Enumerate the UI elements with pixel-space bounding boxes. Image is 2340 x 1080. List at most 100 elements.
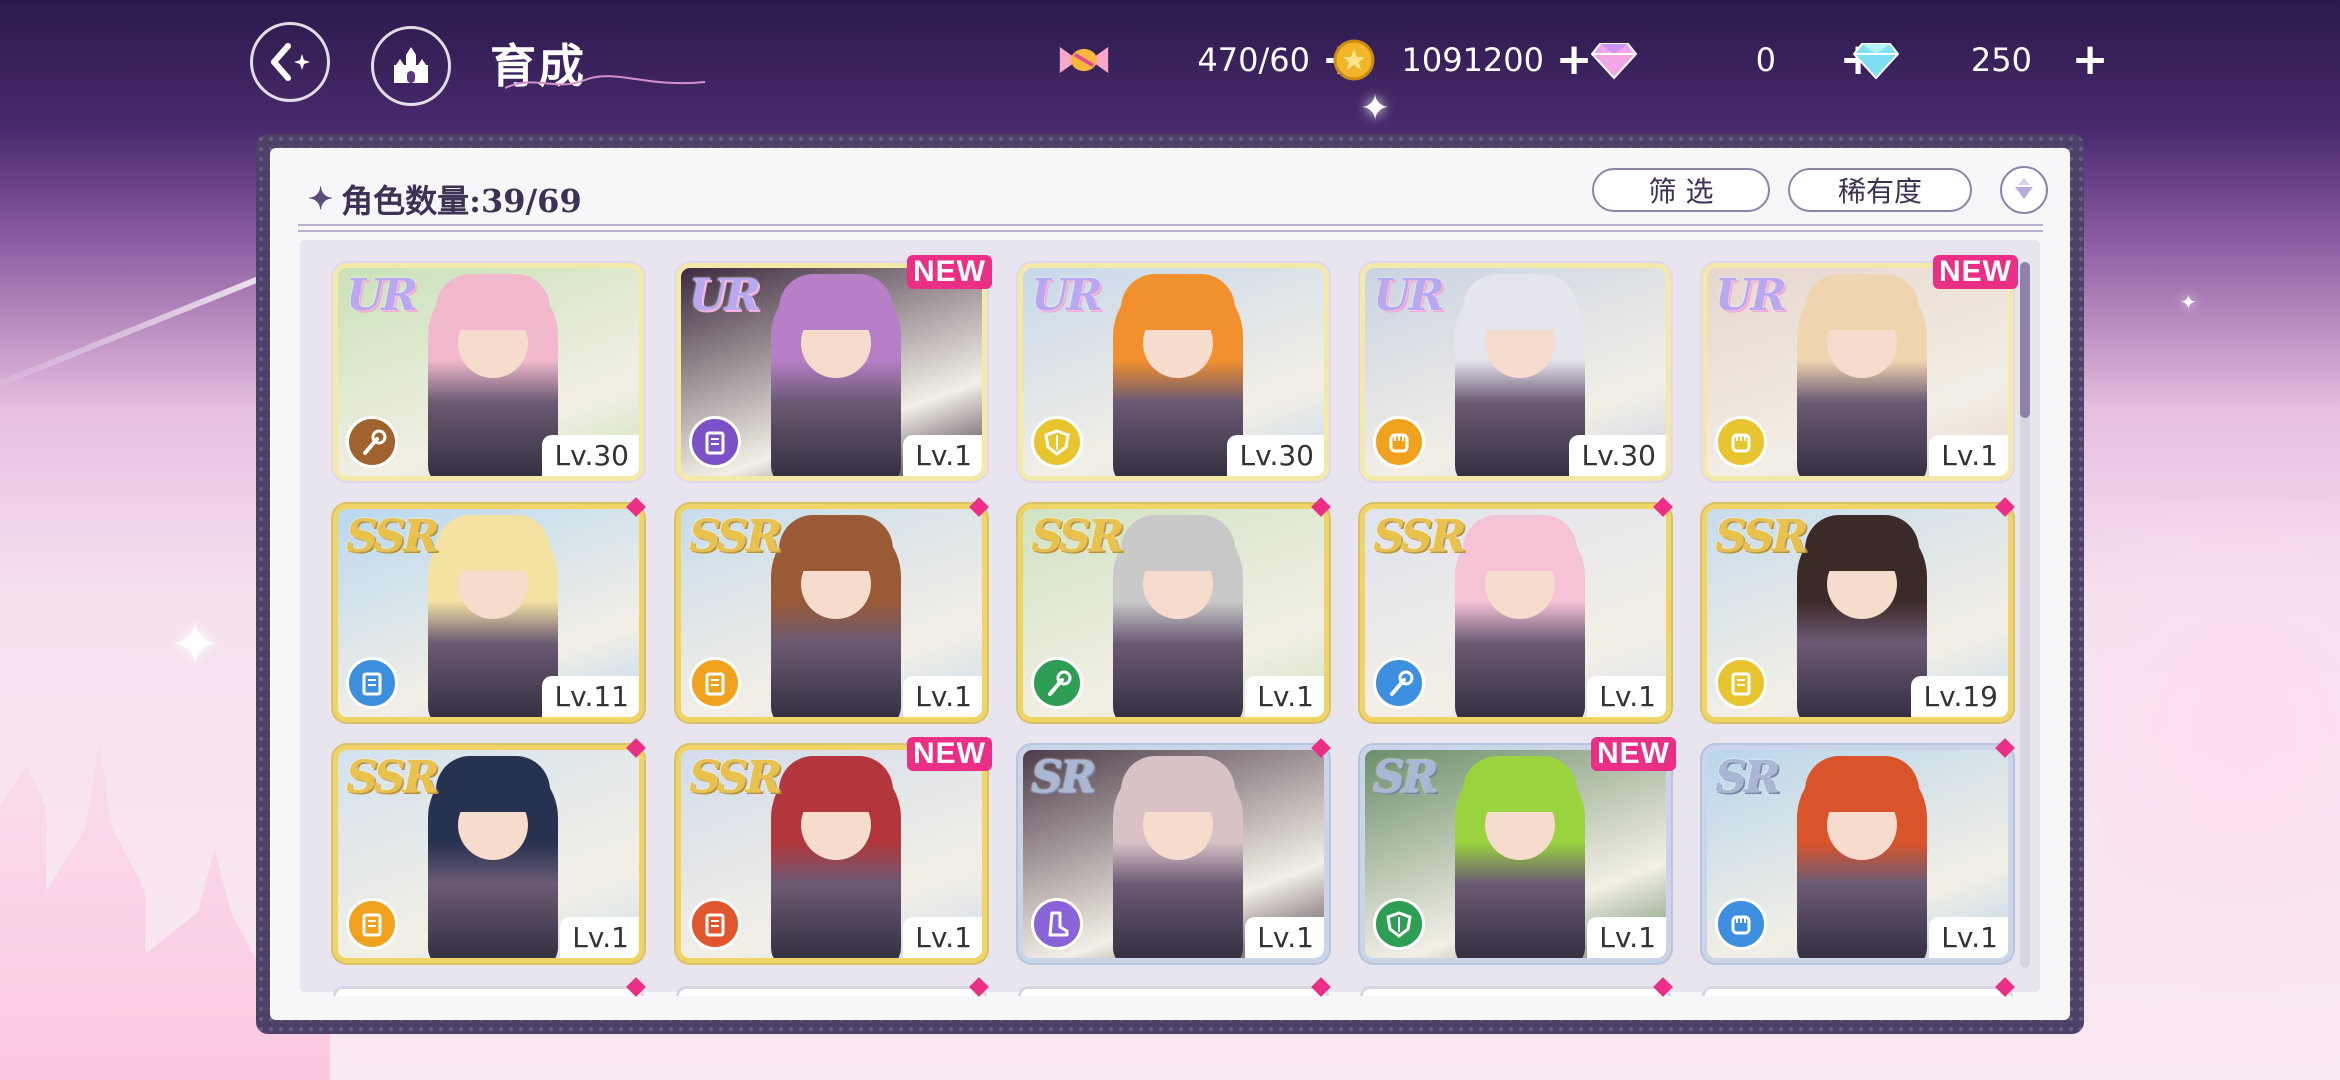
character-card-partial[interactable] [1702,986,2013,996]
scepter-icon [346,416,398,468]
level-label: Lv.19 [1911,676,2008,717]
character-card[interactable]: SR Lv.1 [1360,745,1671,963]
rarity-badge: UR [1031,270,1103,321]
sort-rarity-button[interactable]: 稀有度 [1788,168,1972,212]
character-card-partial[interactable] [1018,986,1329,996]
character-card[interactable]: SSR Lv.1 [676,504,987,722]
level-label: Lv.1 [1587,676,1666,717]
rarity-badge: SR [1715,752,1780,803]
level-label: Lv.1 [903,676,982,717]
coin-icon [1328,36,1380,84]
level-label: Lv.1 [1245,676,1324,717]
character-hair [779,756,893,812]
character-card[interactable]: SSR Lv.1 [1018,504,1329,722]
book-icon [689,657,741,709]
level-label: Lv.1 [903,435,982,476]
level-label: Lv.1 [560,917,639,958]
character-card[interactable]: SR Lv.1 [1018,745,1329,963]
character-card-partial[interactable] [333,986,644,996]
new-badge: NEW [907,737,992,771]
level-label: Lv.30 [542,435,639,476]
character-hair [1463,756,1577,812]
decorative-glow [2100,500,2340,1080]
character-card[interactable]: SSR Lv.19 [1702,504,2013,722]
rarity-badge: SR [1373,752,1438,803]
book-icon [346,657,398,709]
character-card-partial[interactable] [676,986,987,996]
candy-icon [1058,36,1110,84]
character-hair [779,274,893,330]
chevron-down-icon [2015,178,2033,199]
free-gem-value: 250 [1970,41,2032,79]
light-streak [0,268,280,398]
character-card[interactable]: UR Lv.1 [676,263,987,481]
book-icon [689,898,741,950]
free-gem-counter: 250 + [1850,36,2112,84]
character-card[interactable]: UR Lv.30 [1360,263,1671,481]
fist-icon [1715,898,1767,950]
coin-counter: 1091200 + [1328,36,1596,84]
level-label: Lv.1 [1929,917,2008,958]
character-hair [1121,274,1235,330]
back-button[interactable] [250,22,330,102]
rarity-badge: UR [689,270,761,321]
character-count: ✦ 角色数量:39/69 [308,176,582,222]
stamina-counter: 470/60 + [1058,36,1362,84]
character-card[interactable]: SSR Lv.1 [333,745,644,963]
shield-icon [1031,416,1083,468]
character-hair [1805,274,1919,330]
rarity-badge: SSR [346,511,439,562]
rarity-badge: SSR [689,752,782,803]
fist-icon [1715,416,1767,468]
character-card[interactable]: UR Lv.30 [1018,263,1329,481]
castle-icon [394,47,428,83]
rarity-badge: SR [1031,752,1096,803]
star-icon: ✦ [308,181,334,217]
rarity-badge: UR [1373,270,1445,321]
character-card-partial[interactable] [1360,986,1671,996]
rarity-badge: UR [346,270,418,321]
new-badge: NEW [1591,737,1676,771]
stamina-value: 470/60 [1197,41,1310,79]
scrollbar-thumb[interactable] [2020,262,2030,418]
character-hair [436,515,550,571]
new-badge: NEW [907,255,992,289]
character-card[interactable]: UR Lv.1 [1702,263,2013,481]
character-card[interactable]: SSR Lv.11 [333,504,644,722]
character-card[interactable]: SSR Lv.1 [676,745,987,963]
character-hair [1805,515,1919,571]
character-count-text: 角色数量:39/69 [341,182,582,220]
character-hair [1463,274,1577,330]
filter-button[interactable]: 筛 选 [1592,168,1770,212]
character-hair [1463,515,1577,571]
home-button[interactable] [371,26,451,106]
character-card[interactable]: SSR Lv.1 [1360,504,1671,722]
level-label: Lv.11 [542,676,639,717]
level-label: Lv.30 [1569,435,1666,476]
level-label: Lv.30 [1227,435,1324,476]
character-card[interactable]: UR Lv.30 [333,263,644,481]
scepter-icon [1373,657,1425,709]
rarity-badge: SSR [1715,511,1808,562]
sort-order-button[interactable] [2000,166,2048,214]
level-label: Lv.1 [1245,917,1324,958]
level-label: Lv.1 [903,917,982,958]
character-hair [1121,515,1235,571]
character-hair [1805,756,1919,812]
rarity-badge: SSR [346,752,439,803]
fist-icon [1373,416,1425,468]
rarity-badge: SSR [689,511,782,562]
coin-value: 1091200 [1401,41,1544,79]
book-icon [1715,657,1767,709]
sparkle-icon: ✦ [2180,290,2197,314]
sparkle-icon: ✦ [1360,88,1391,129]
character-hair [779,515,893,571]
paid-gem-counter: 0 + [1588,36,1880,84]
add-free-gems-button[interactable]: + [2068,38,2112,82]
rarity-badge: SSR [1373,511,1466,562]
level-label: Lv.1 [1587,917,1666,958]
title-decoration [505,75,705,89]
character-hair [436,756,550,812]
character-card[interactable]: SR Lv.1 [1702,745,2013,963]
sparkle-icon: ✦ [170,610,221,680]
